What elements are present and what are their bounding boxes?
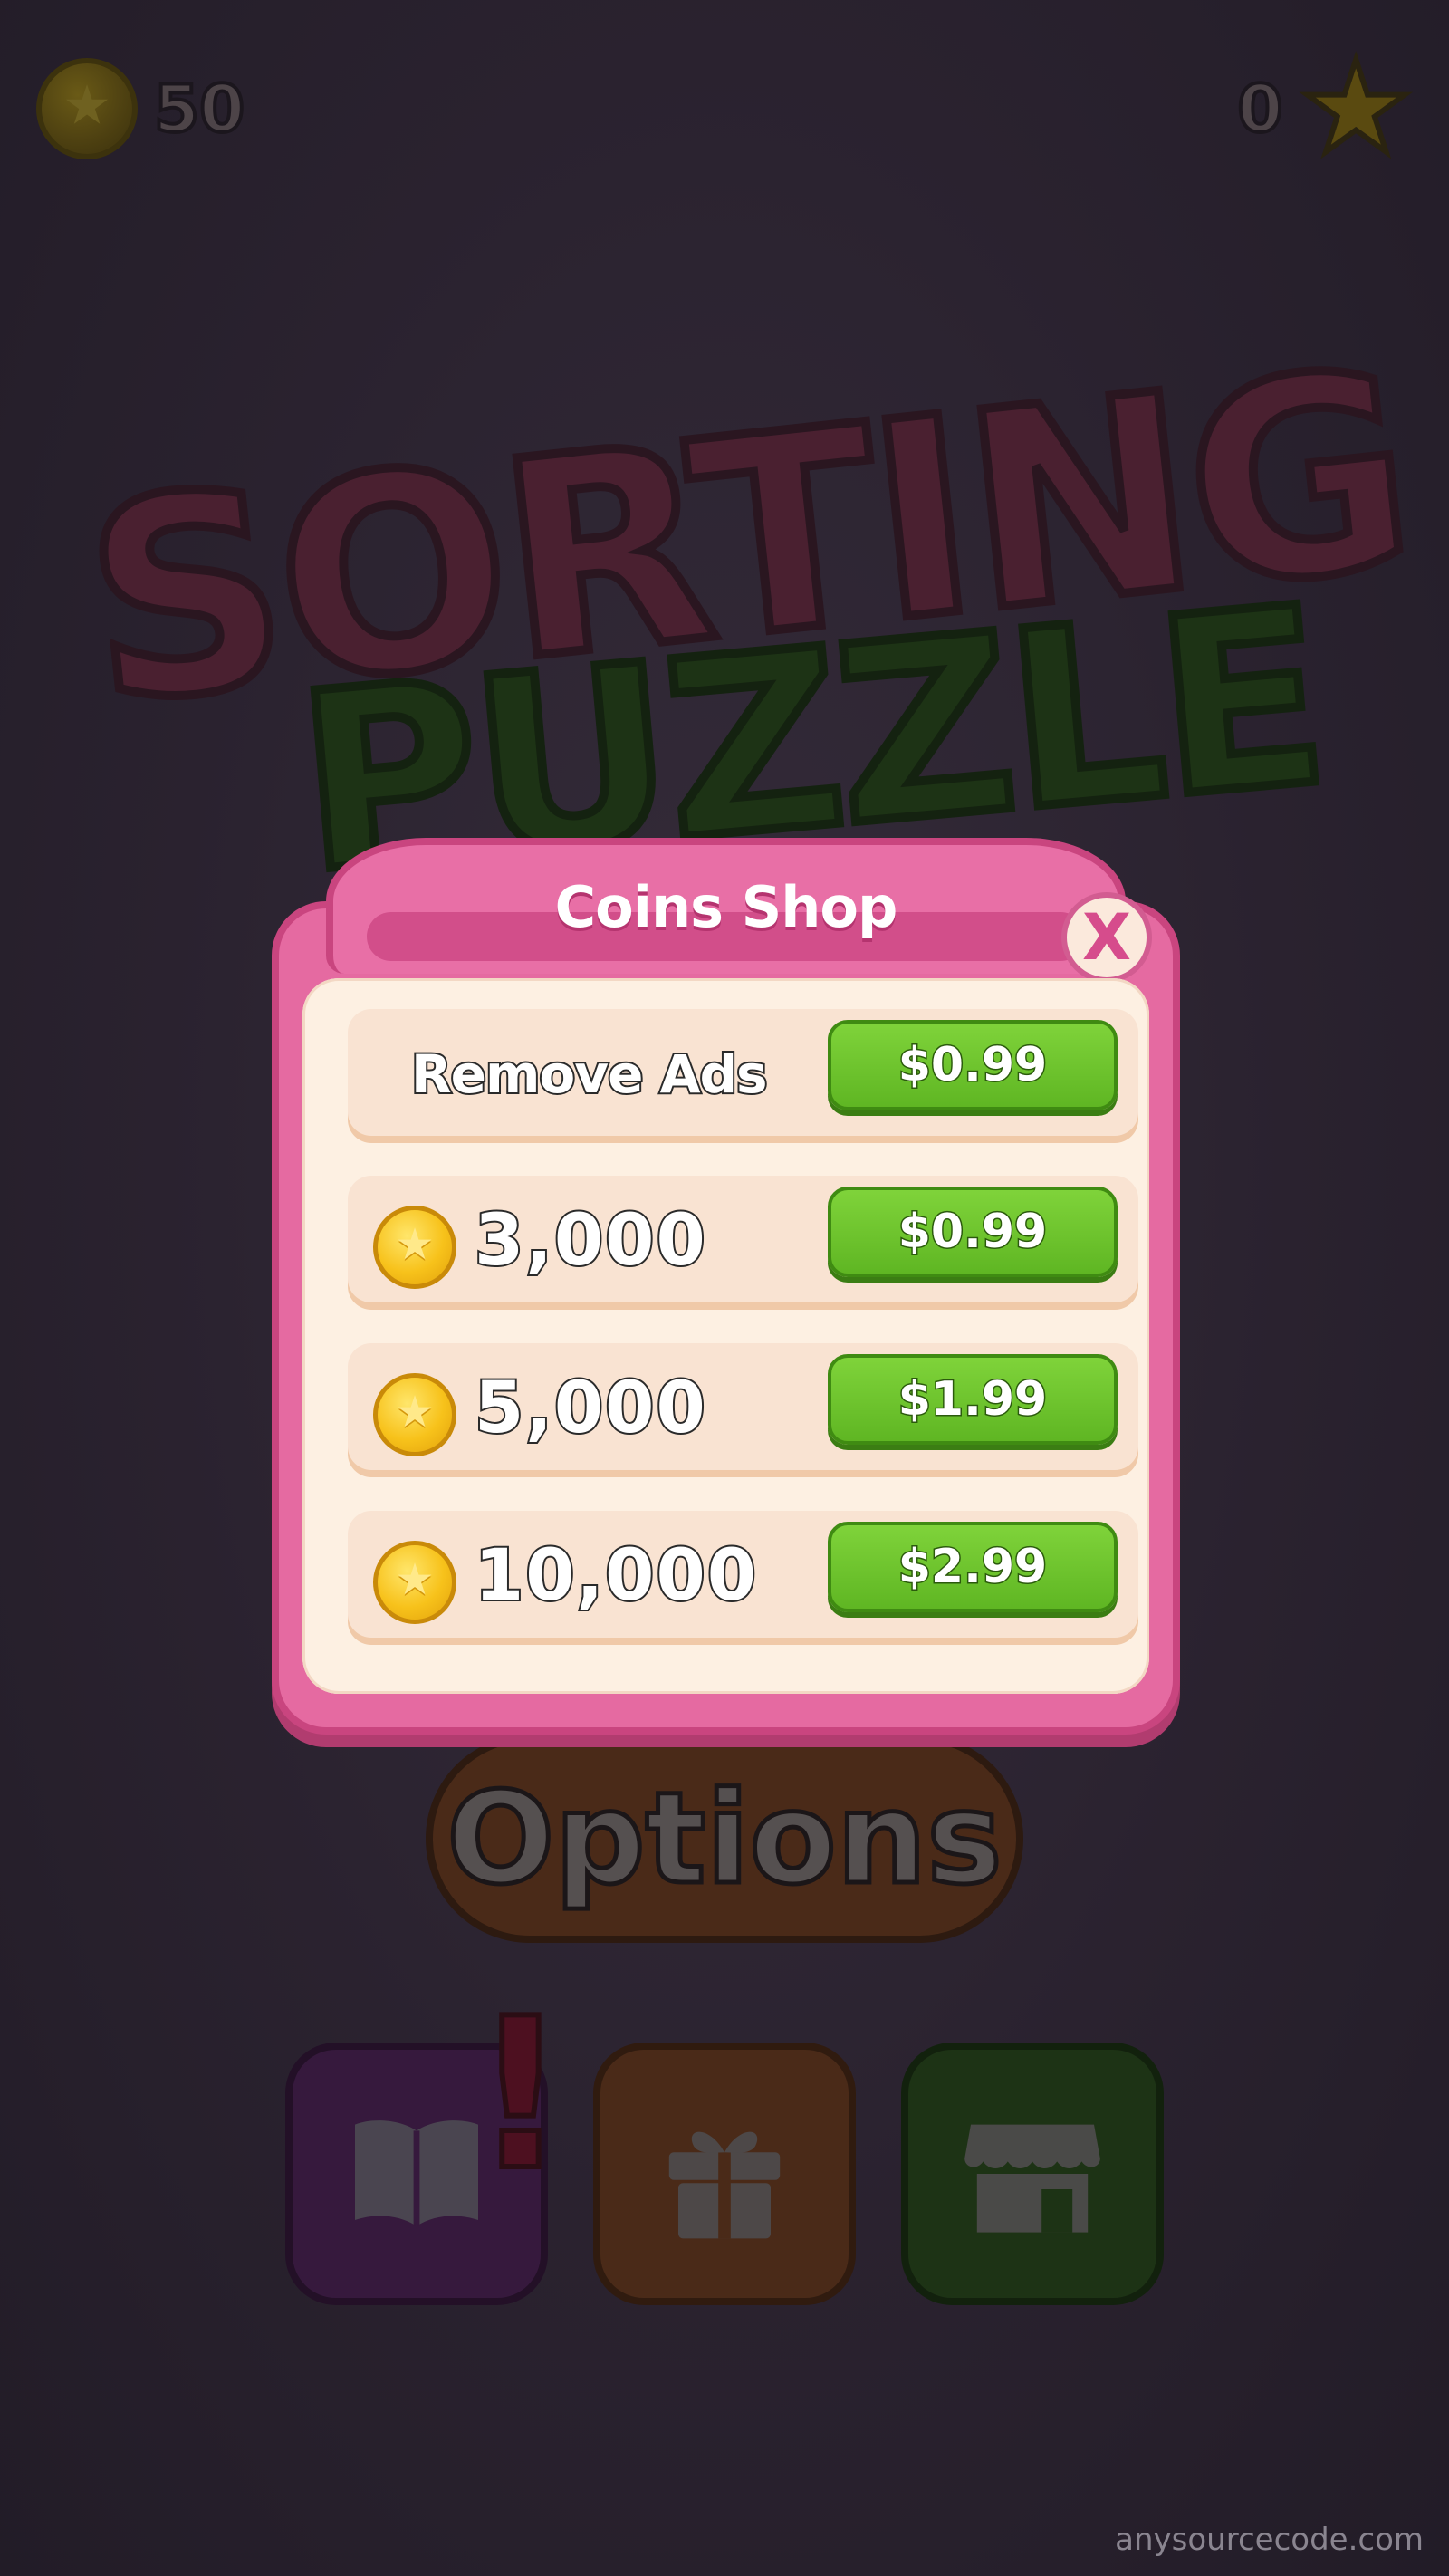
coin-icon: [36, 58, 138, 159]
shop-list: Remove Ads $0.99 3,000 $0.99 5,000 $1.99…: [302, 978, 1149, 1694]
options-label: Options: [445, 1763, 1004, 1915]
book-icon: [355, 2120, 478, 2226]
shop-item-coins-5000: 5,000 $1.99: [348, 1343, 1138, 1470]
coin-counter: 50: [36, 54, 261, 163]
coins-shop-dialog: Coins Shop X Remove Ads $0.99 3,000 $0.9…: [272, 838, 1180, 1735]
watermark: anysourcecode.com: [1115, 2522, 1424, 2558]
buy-button[interactable]: $0.99: [828, 1020, 1118, 1110]
close-icon: X: [1082, 900, 1131, 975]
item-label: Remove Ads: [409, 1042, 770, 1107]
store-button[interactable]: [901, 2043, 1164, 2305]
coin-icon: [373, 1541, 456, 1624]
close-button[interactable]: X: [1061, 892, 1152, 983]
coin-count: 50: [152, 69, 246, 149]
dialog-title: Coins Shop: [554, 874, 898, 940]
item-label: 3,000: [473, 1198, 707, 1283]
buy-button[interactable]: $0.99: [828, 1187, 1118, 1277]
coin-icon: [373, 1206, 456, 1289]
store-icon: [964, 2124, 1100, 2233]
options-button[interactable]: Options: [426, 1735, 1023, 1943]
buy-button[interactable]: $2.99: [828, 1522, 1118, 1612]
shop-item-coins-10000: 10,000 $2.99: [348, 1511, 1138, 1638]
item-label: 10,000: [473, 1533, 758, 1619]
star-icon: ★: [1296, 34, 1415, 182]
star-count: 0: [1235, 69, 1284, 149]
gift-icon: [668, 2131, 781, 2239]
coin-icon: [373, 1373, 456, 1456]
buy-button[interactable]: $1.99: [828, 1354, 1118, 1445]
notification-mark: !: [470, 1972, 571, 2219]
shop-item-coins-3000: 3,000 $0.99: [348, 1176, 1138, 1302]
star-counter: 0 ★: [1221, 43, 1415, 175]
gift-button[interactable]: [593, 2043, 856, 2305]
shop-item-remove-ads: Remove Ads $0.99: [348, 1009, 1138, 1136]
item-label: 5,000: [473, 1366, 707, 1451]
